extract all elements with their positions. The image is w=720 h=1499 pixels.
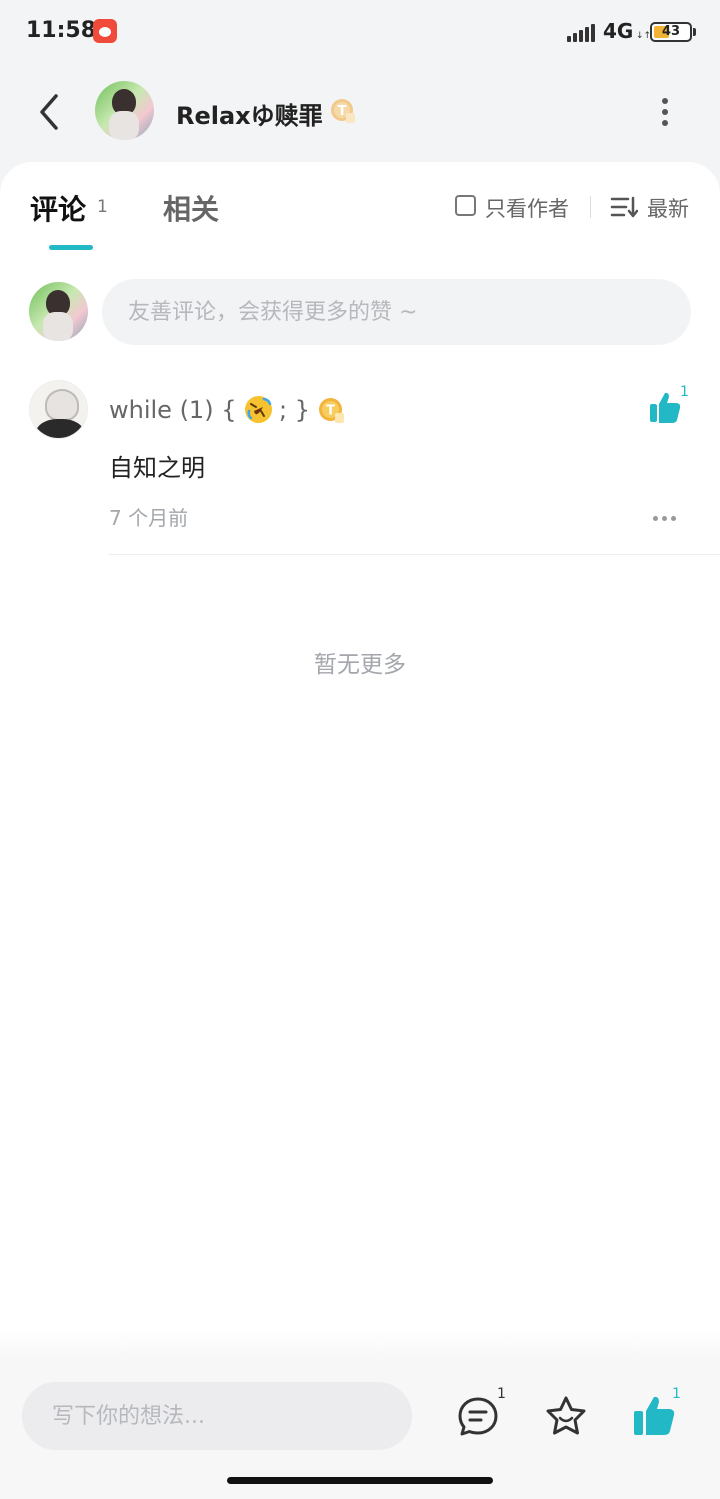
level-badge-icon: T (319, 398, 344, 423)
battery-tip (693, 28, 696, 36)
battery-level: 43 (661, 24, 681, 39)
favorite-button[interactable] (544, 1395, 588, 1437)
like-button[interactable] (632, 1394, 676, 1438)
tab-related[interactable]: 相关 (163, 188, 219, 228)
commenter-name[interactable]: while (1) { (109, 396, 236, 424)
thumbs-up-icon (634, 1396, 675, 1435)
comment-like-count: 1 (680, 384, 689, 400)
star-icon (546, 1396, 586, 1435)
post-header: Relaxゆ赎罪 T (0, 64, 720, 160)
author-name[interactable]: Relaxゆ赎罪 (176, 96, 323, 131)
comment-more-button[interactable] (651, 514, 679, 524)
comment-time: 7 个月前 (109, 506, 189, 530)
home-indicator[interactable] (227, 1477, 493, 1484)
battery-icon: 43 (650, 22, 692, 42)
comment-bubble-icon (458, 1397, 498, 1436)
status-time: 11:58 (26, 18, 97, 43)
app-notification-icon (93, 19, 117, 43)
chevron-left-icon (40, 94, 58, 130)
comments-panel: 评论 1 相关 只看作者 最新 while (1) { ; } (0, 162, 720, 1362)
comment-button[interactable] (457, 1396, 499, 1438)
network-activity-icon: ↓↑ (636, 31, 652, 41)
signal-strength-icon (567, 22, 597, 42)
rolling-laugh-emoji-icon (245, 396, 272, 423)
tab-comments-count: 1 (97, 197, 108, 217)
tab-comments[interactable]: 评论 (30, 188, 86, 228)
author-only-label: 只看作者 (485, 197, 569, 221)
thumbs-up-icon (650, 392, 681, 423)
svg-text:T: T (338, 104, 347, 119)
my-avatar (29, 282, 88, 341)
active-tab-indicator (49, 245, 93, 250)
back-button[interactable] (30, 88, 70, 136)
checkbox-icon (455, 195, 476, 216)
bottom-fade (0, 1326, 720, 1362)
author-avatar[interactable] (95, 81, 154, 140)
comment-input[interactable] (102, 279, 691, 345)
comment-like-button[interactable] (648, 390, 682, 426)
sort-icon (610, 196, 638, 218)
comment-text: 自知之明 (109, 454, 205, 482)
empty-state-text: 暂无更多 (314, 652, 406, 678)
divider (109, 554, 720, 555)
network-type: 4G (603, 19, 634, 43)
divider (590, 196, 591, 218)
status-bar: 11:58 4G ↓↑ 43 (0, 0, 720, 64)
more-options-button[interactable] (650, 92, 680, 132)
bottom-action-bar: 1 1 (0, 1362, 720, 1499)
commenter-name-suffix: ; } (279, 396, 310, 424)
commenter-avatar[interactable] (29, 380, 88, 439)
sort-button[interactable]: 最新 (610, 192, 700, 222)
sort-label: 最新 (647, 197, 689, 221)
svg-text:T: T (326, 404, 335, 419)
comment-count: 1 (497, 1386, 506, 1402)
level-badge-icon: T (331, 99, 355, 123)
like-count: 1 (672, 1386, 681, 1402)
write-thought-input[interactable] (22, 1382, 412, 1450)
comment-item: while (1) { ; } T 1 自知之明 7 个月前 (0, 372, 720, 556)
